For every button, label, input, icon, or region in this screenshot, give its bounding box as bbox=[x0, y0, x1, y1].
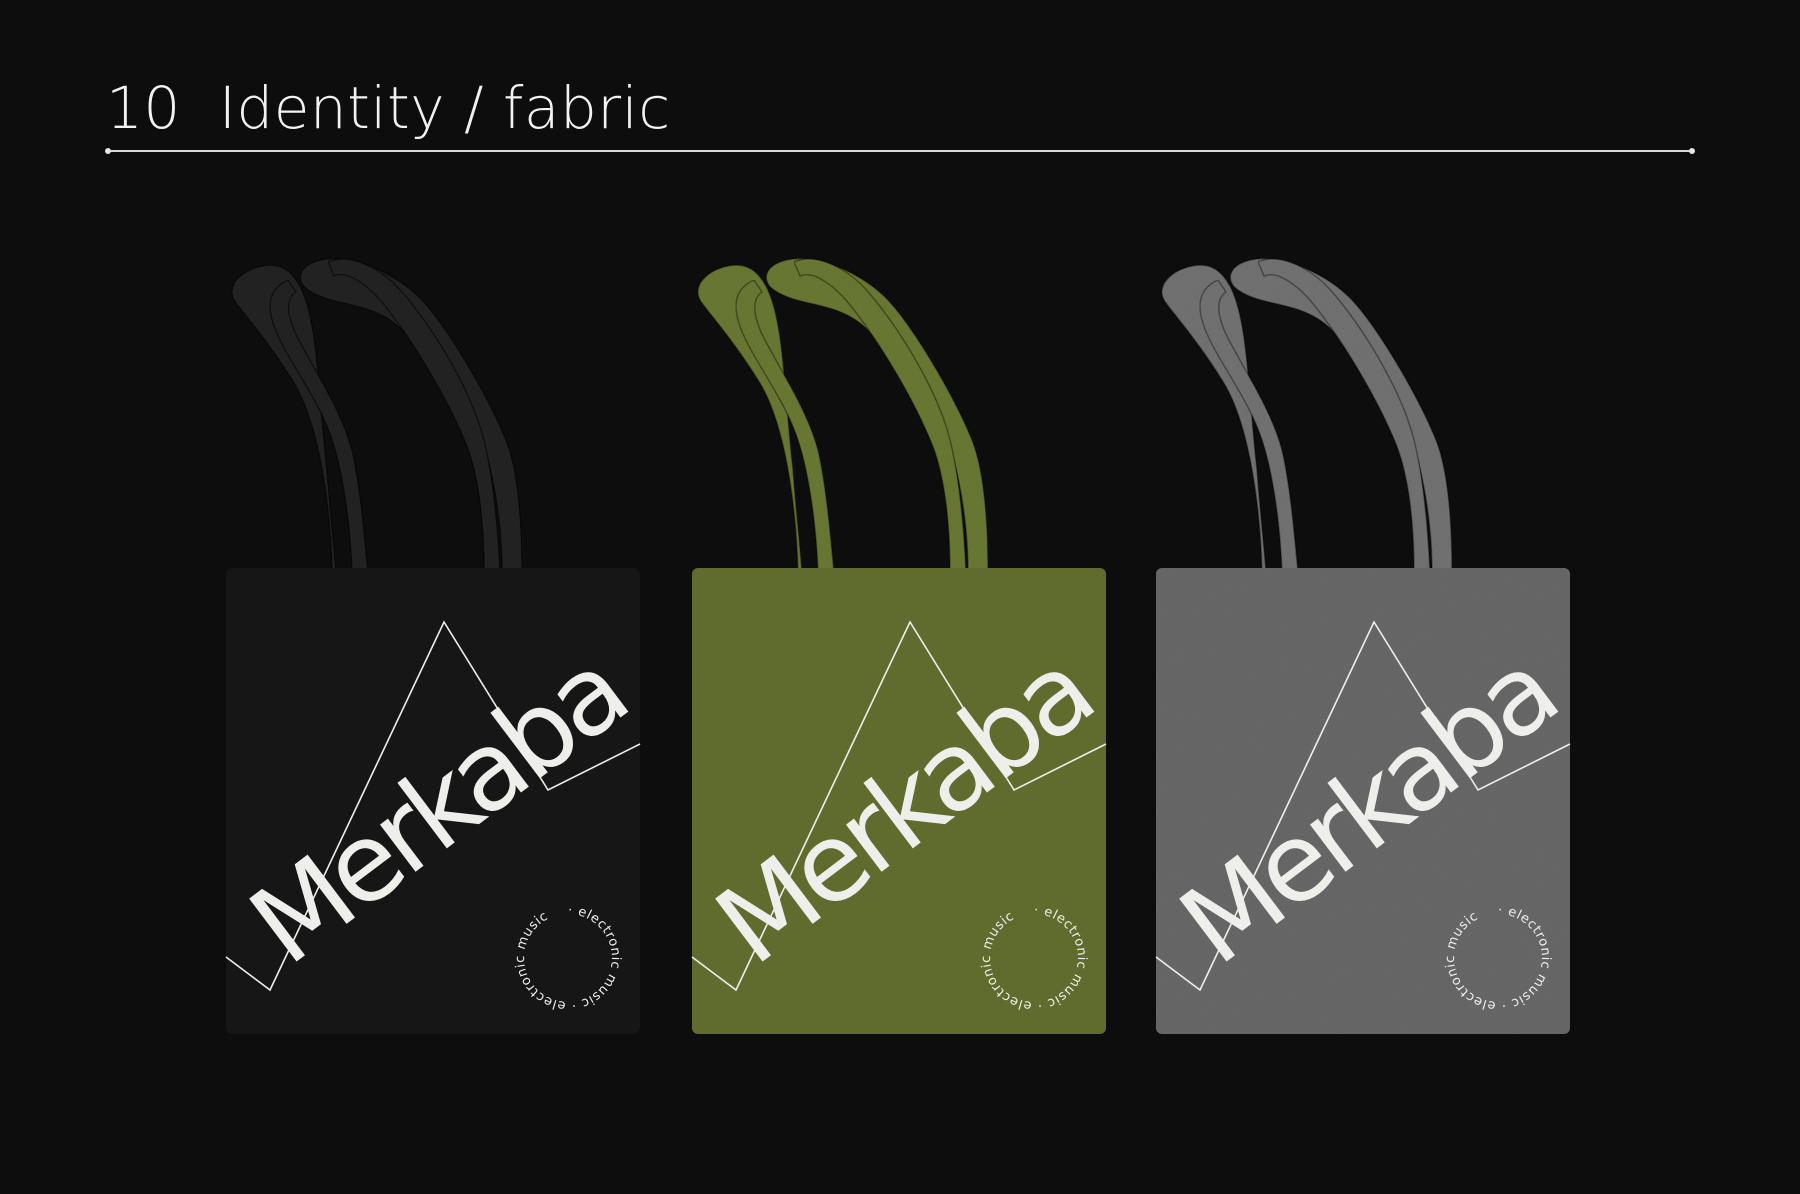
tote-bag-grey: Merkaba · electronic music · electronic … bbox=[1155, 257, 1577, 1034]
tote-bag-black: Merkaba · electronic music · electronic … bbox=[225, 257, 647, 1034]
bag-handles bbox=[1161, 257, 1453, 573]
slide: 10 Identity / fabric Merkaba · electroni… bbox=[0, 0, 1800, 1194]
tote-bag-olive: Merkaba · electronic music · electronic … bbox=[691, 257, 1113, 1034]
bag-handles bbox=[231, 257, 523, 573]
bag-handles bbox=[697, 257, 989, 573]
tote-bag-mockups: Merkaba · electronic music · electronic … bbox=[225, 257, 1577, 1034]
